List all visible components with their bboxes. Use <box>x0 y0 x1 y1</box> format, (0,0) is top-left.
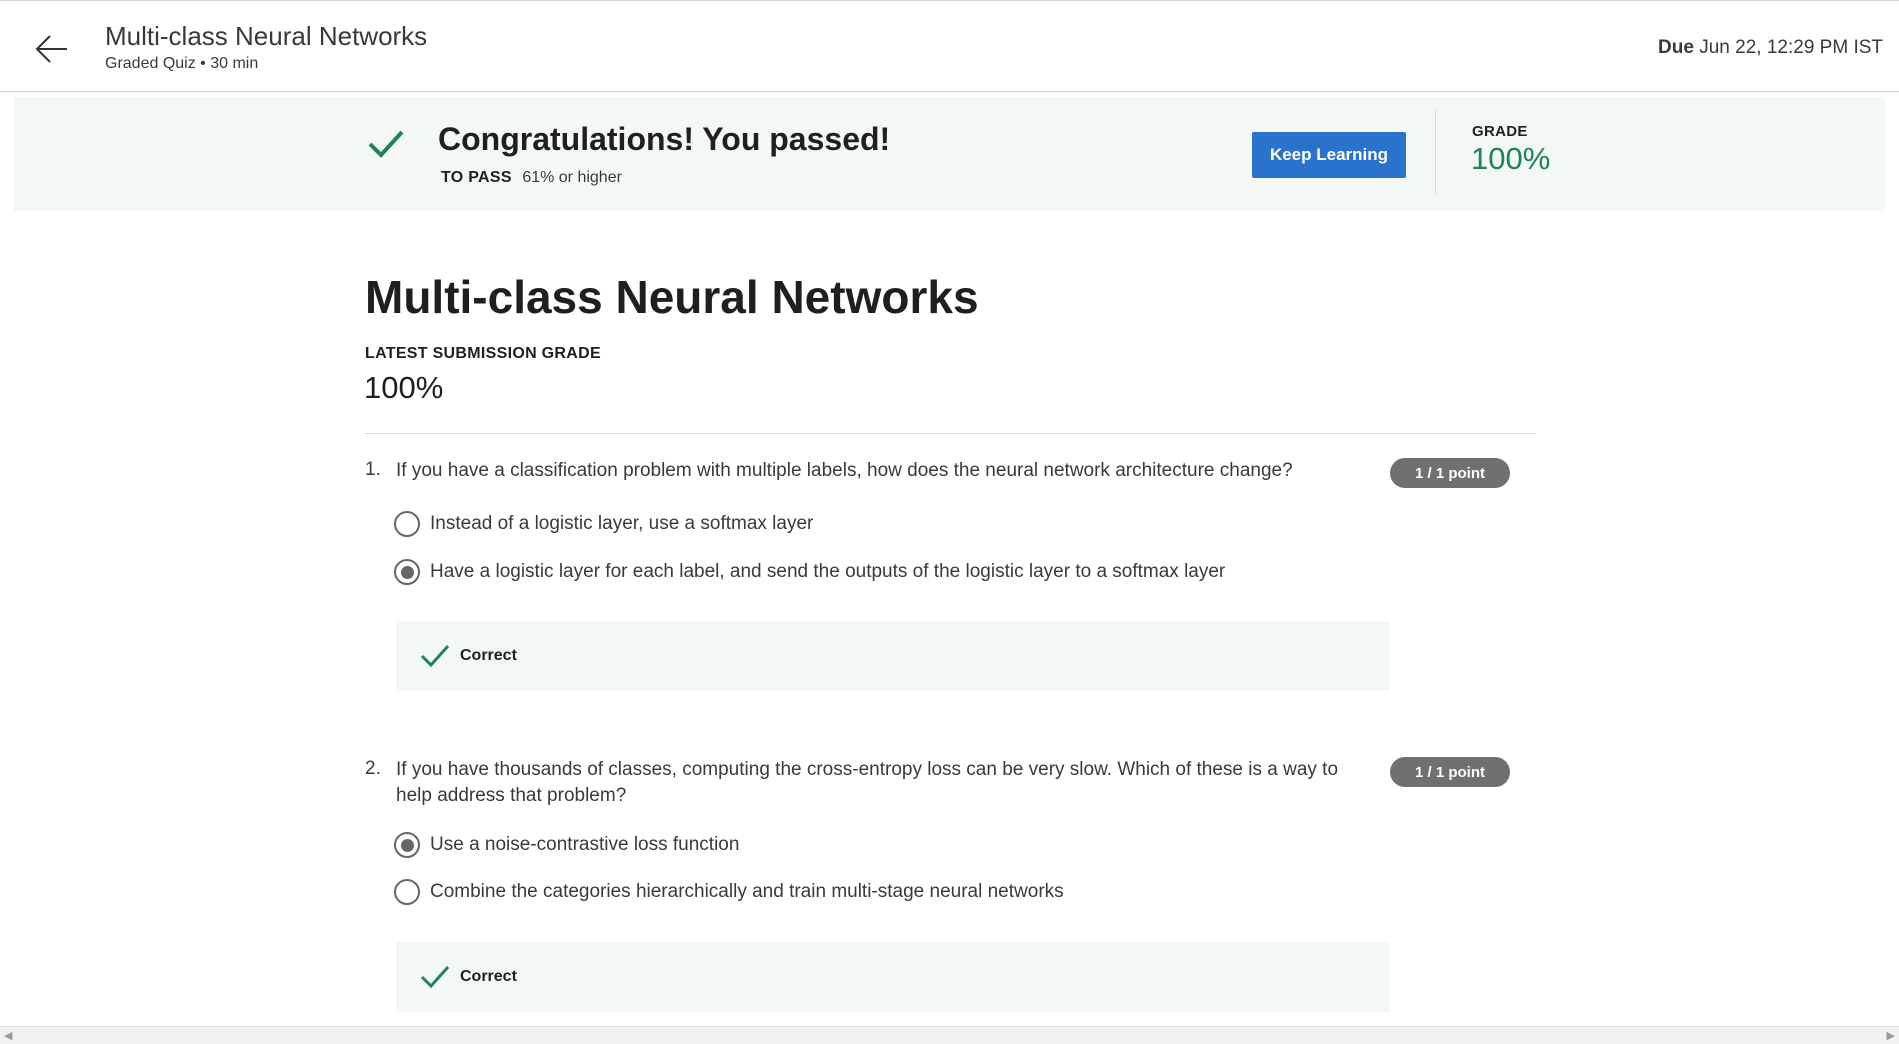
option-label: Use a noise-contrastive loss function <box>430 834 740 855</box>
question-text: If you have a classification problem wit… <box>396 460 1293 481</box>
radio-button[interactable] <box>394 511 420 537</box>
answer-option[interactable]: Combine the categories hierarchically an… <box>394 878 1064 906</box>
grade-value: 100% <box>1471 141 1551 176</box>
answer-option[interactable]: Have a logistic layer for each label, an… <box>394 558 1225 586</box>
option-label: Combine the categories hierarchically an… <box>430 881 1064 902</box>
scroll-right-icon[interactable]: ▶ <box>1887 1029 1895 1042</box>
divider <box>365 433 1536 434</box>
checkmark-icon <box>420 644 450 668</box>
to-pass-label: TO PASS <box>441 169 512 186</box>
feedback-label: Correct <box>460 968 517 985</box>
question-number: 2. <box>365 758 381 779</box>
due-label: Due <box>1658 37 1694 58</box>
answer-option[interactable]: Use a noise-contrastive loss function <box>394 831 739 859</box>
due-value: Jun 22, 12:29 PM IST <box>1699 37 1883 58</box>
checkmark-icon <box>368 130 404 158</box>
question-text: If you have thousands of classes, comput… <box>396 759 1339 806</box>
scroll-left-icon[interactable]: ◀ <box>4 1029 12 1042</box>
option-label: Instead of a logistic layer, use a softm… <box>430 513 814 534</box>
answer-option[interactable]: Instead of a logistic layer, use a softm… <box>394 510 813 538</box>
arrow-left-icon <box>35 35 67 63</box>
due-date: Due Jun 22, 12:29 PM IST <box>1658 37 1883 59</box>
quiz-meta: Graded Quiz • 30 min <box>105 55 259 72</box>
latest-grade-label: LATEST SUBMISSION GRADE <box>365 345 601 362</box>
divider <box>1435 109 1436 195</box>
radio-button[interactable] <box>394 879 420 905</box>
latest-grade-value: 100% <box>364 370 444 405</box>
feedback-label: Correct <box>460 647 517 664</box>
radio-button-selected[interactable] <box>394 559 420 585</box>
points-badge: 1 / 1 point <box>1390 757 1510 787</box>
pass-threshold: TO PASS 61% or higher <box>441 169 622 187</box>
pass-message: Congratulations! You passed! <box>438 121 891 157</box>
quiz-title: Multi-class Neural Networks <box>365 271 979 323</box>
horizontal-scrollbar[interactable]: ◀ ▶ <box>0 1026 1899 1044</box>
option-label: Have a logistic layer for each label, an… <box>430 561 1226 582</box>
question-number: 1. <box>365 459 381 480</box>
to-pass-value: 61% or higher <box>522 169 622 186</box>
feedback-correct: Correct <box>396 942 1390 1012</box>
back-button[interactable] <box>30 27 74 71</box>
points-badge: 1 / 1 point <box>1390 458 1510 488</box>
pass-banner: Congratulations! You passed! TO PASS 61%… <box>14 97 1885 211</box>
top-bar: Multi-class Neural Networks Graded Quiz … <box>0 0 1899 92</box>
checkmark-icon <box>420 965 450 989</box>
radio-button-selected[interactable] <box>394 832 420 858</box>
page-title: Multi-class Neural Networks <box>105 21 428 51</box>
keep-learning-button[interactable]: Keep Learning <box>1252 132 1406 178</box>
grade-label: GRADE <box>1472 123 1528 140</box>
feedback-correct: Correct <box>396 621 1390 691</box>
